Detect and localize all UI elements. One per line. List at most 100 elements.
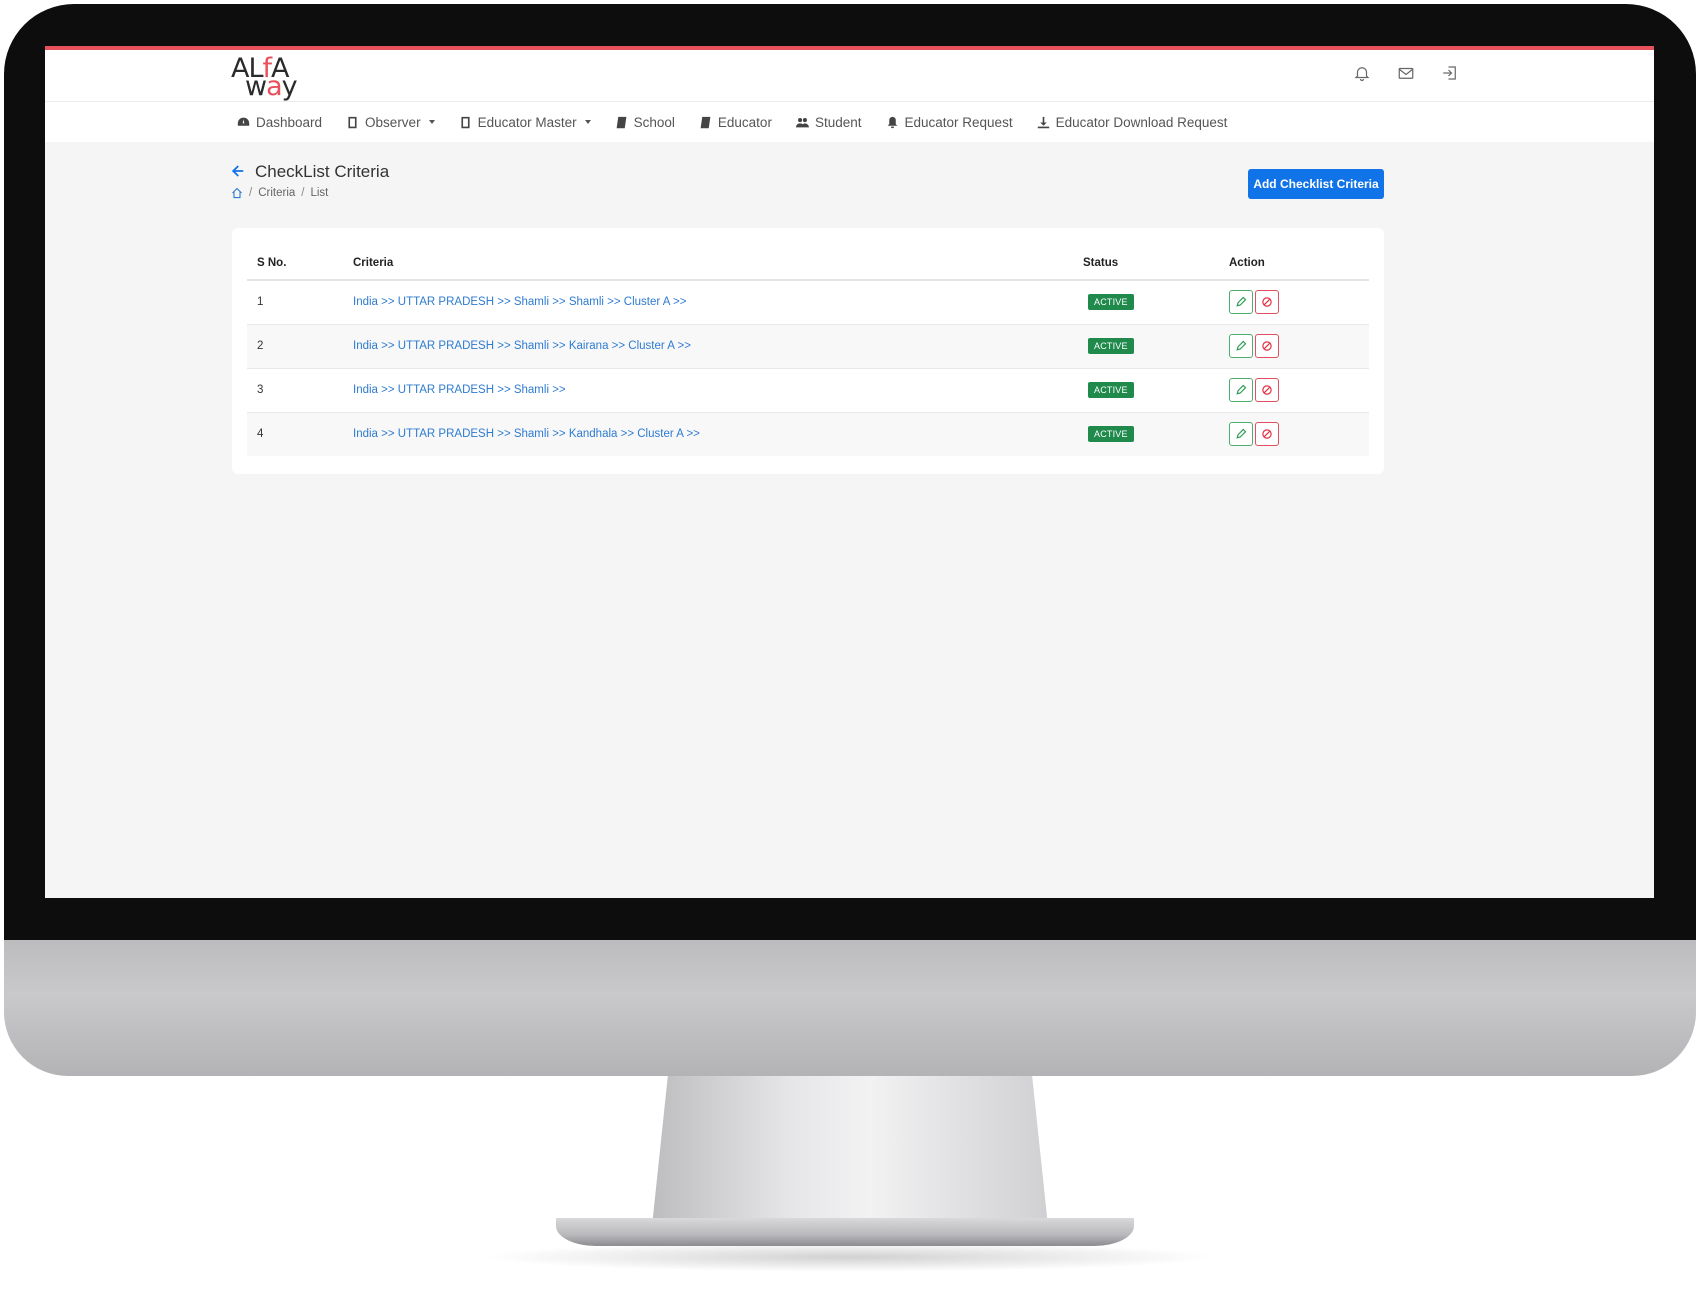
book-open-icon xyxy=(700,116,711,128)
stand-shadow xyxy=(480,1242,1220,1272)
breadcrumb: / Criteria / List xyxy=(231,187,328,199)
cell-criteria: India >> UTTAR PRADESH >> Shamli >> Kair… xyxy=(343,324,1073,369)
pencil-icon xyxy=(1236,384,1247,395)
page-title: CheckList Criteria xyxy=(255,162,390,181)
edit-button[interactable] xyxy=(1229,290,1253,315)
table-row: 2 India >> UTTAR PRADESH >> Shamli >> Ka… xyxy=(247,324,1369,369)
criteria-link[interactable]: India >> UTTAR PRADESH >> Shamli >> Kair… xyxy=(353,340,691,352)
table-row: 1 India >> UTTAR PRADESH >> Shamli >> Sh… xyxy=(247,280,1369,325)
cell-criteria: India >> UTTAR PRADESH >> Shamli >> Sham… xyxy=(343,280,1073,325)
cell-status: ACTIVE xyxy=(1073,324,1219,369)
criteria-table: S No. Criteria Status Action 1 India >> … xyxy=(247,246,1369,456)
criteria-link[interactable]: India >> UTTAR PRADESH >> Shamli >> Sham… xyxy=(353,296,686,308)
logo-line-2: way xyxy=(245,71,298,102)
criteria-link[interactable]: India >> UTTAR PRADESH >> Shamli >> xyxy=(353,384,566,396)
edit-button[interactable] xyxy=(1229,378,1253,402)
ban-icon xyxy=(1262,341,1272,351)
ban-icon xyxy=(1262,297,1272,307)
logout-icon[interactable] xyxy=(1441,64,1459,82)
status-badge: ACTIVE xyxy=(1088,294,1134,311)
ban-icon xyxy=(1262,385,1272,395)
criteria-table-card: S No. Criteria Status Action 1 India >> … xyxy=(232,228,1384,474)
nav-educator-download-request[interactable]: Educator Download Request xyxy=(1037,114,1228,130)
nav-label: School xyxy=(633,114,675,130)
chevron-down-icon xyxy=(584,120,591,124)
table-row: 3 India >> UTTAR PRADESH >> Shamli >> AC… xyxy=(247,368,1369,413)
table-header-row: S No. Criteria Status Action xyxy=(247,246,1369,281)
cell-sno: 2 xyxy=(247,324,343,369)
monitor-chin xyxy=(4,940,1696,1076)
nav-educator-request[interactable]: Educator Request xyxy=(886,115,1013,130)
column-header-criteria: Criteria xyxy=(343,246,1073,281)
nav-educator-master[interactable]: Educator Master xyxy=(459,115,591,130)
column-header-sno: S No. xyxy=(247,246,343,281)
nav-label: Educator xyxy=(717,114,772,130)
users-icon xyxy=(795,117,809,127)
app-screen: ALfA way Dashboard Observer Educator Mas… xyxy=(45,46,1654,898)
nav-label: Observer xyxy=(365,114,421,130)
arrow-left-icon[interactable] xyxy=(231,164,245,178)
page-header: CheckList Criteria / Criteria / List Add… xyxy=(45,142,1654,224)
status-badge: ACTIVE xyxy=(1088,338,1134,354)
disable-button[interactable] xyxy=(1255,334,1279,358)
edit-button[interactable] xyxy=(1229,334,1253,358)
disable-button[interactable] xyxy=(1255,422,1279,447)
disable-button[interactable] xyxy=(1255,290,1279,315)
mail-icon[interactable] xyxy=(1397,64,1415,82)
breadcrumb-list: List xyxy=(310,187,329,199)
edit-button[interactable] xyxy=(1229,422,1253,447)
book-icon xyxy=(461,116,470,128)
nav-label: Educator Request xyxy=(904,114,1013,130)
pencil-icon xyxy=(1236,428,1247,439)
table-row: 4 India >> UTTAR PRADESH >> Shamli >> Ka… xyxy=(247,412,1369,456)
monitor-stand-neck xyxy=(652,1076,1048,1226)
cell-action xyxy=(1219,280,1369,325)
breadcrumb-separator: / xyxy=(249,187,253,199)
breadcrumb-criteria[interactable]: Criteria xyxy=(258,187,295,199)
top-bar: ALfA way xyxy=(45,50,1654,102)
cell-criteria: India >> UTTAR PRADESH >> Shamli >> Kand… xyxy=(343,412,1073,456)
monitor-stand-base xyxy=(556,1218,1134,1246)
nav-label: Dashboard xyxy=(256,114,323,130)
criteria-link[interactable]: India >> UTTAR PRADESH >> Shamli >> Kand… xyxy=(353,428,700,440)
column-header-status: Status xyxy=(1073,246,1219,281)
cell-status: ACTIVE xyxy=(1073,412,1219,456)
nav-dashboard[interactable]: Dashboard xyxy=(237,115,322,130)
nav-label: Educator Download Request xyxy=(1055,114,1228,130)
ban-icon xyxy=(1262,429,1272,439)
cell-status: ACTIVE xyxy=(1073,368,1219,413)
cell-action xyxy=(1219,412,1369,456)
cell-criteria: India >> UTTAR PRADESH >> Shamli >> xyxy=(343,368,1073,413)
book-open-icon xyxy=(616,116,626,128)
chevron-down-icon xyxy=(428,120,435,124)
nav-educator[interactable]: Educator xyxy=(699,115,772,130)
cell-sno: 3 xyxy=(247,368,343,413)
book-icon xyxy=(348,116,357,128)
bell-icon xyxy=(887,116,897,128)
cell-sno: 4 xyxy=(247,412,343,456)
dashboard-icon xyxy=(237,117,250,126)
pencil-icon xyxy=(1236,340,1247,351)
status-badge: ACTIVE xyxy=(1088,426,1134,443)
header-actions xyxy=(1353,64,1459,82)
cell-action xyxy=(1219,324,1369,369)
cell-sno: 1 xyxy=(247,280,343,325)
nav-label: Student xyxy=(814,114,862,130)
breadcrumb-separator: / xyxy=(301,187,305,199)
cell-status: ACTIVE xyxy=(1073,280,1219,325)
nav-label: Educator Master xyxy=(477,114,577,130)
cell-action xyxy=(1219,368,1369,413)
home-icon[interactable] xyxy=(231,187,243,199)
status-badge: ACTIVE xyxy=(1088,382,1134,398)
nav-school[interactable]: School xyxy=(615,115,675,130)
add-checklist-criteria-button[interactable]: Add Checklist Criteria xyxy=(1248,169,1384,199)
disable-button[interactable] xyxy=(1255,378,1279,402)
main-nav: Dashboard Observer Educator Master Schoo… xyxy=(45,102,1654,142)
nav-student[interactable]: Student xyxy=(795,114,862,130)
pencil-icon xyxy=(1236,296,1247,307)
column-header-action: Action xyxy=(1219,246,1369,281)
nav-observer[interactable]: Observer xyxy=(346,115,435,130)
brand-logo[interactable]: ALfA way xyxy=(231,53,311,102)
bell-icon[interactable] xyxy=(1353,64,1371,82)
download-icon xyxy=(1037,116,1049,128)
